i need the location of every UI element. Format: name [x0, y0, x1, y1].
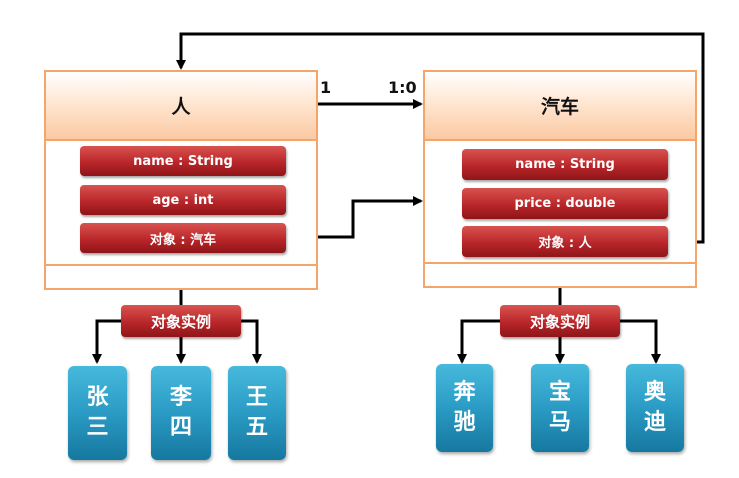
instance-zhangsan: 张三 — [68, 366, 127, 460]
multiplicity-left: 1 — [320, 78, 332, 97]
car-instances-label: 对象实例 — [500, 305, 620, 337]
person-attr-age: age : int — [80, 185, 286, 215]
instance-arrow-benz — [457, 319, 500, 364]
instance-arrow-wangwu — [241, 319, 262, 364]
person-attr-car-ref: 对象 : 汽车 — [80, 223, 286, 253]
instance-arrow-audi — [620, 319, 661, 364]
instance-arrow-zhangsan — [92, 319, 121, 364]
car-class-divider — [425, 262, 695, 264]
multiplicity-right: 1:0 — [388, 78, 417, 97]
instance-lisi: 李四 — [151, 366, 211, 460]
car-attr-price: price : double — [462, 188, 668, 219]
person-class-title: 人 — [46, 72, 316, 141]
person-instances-label: 对象实例 — [121, 305, 241, 337]
instance-wangwu: 王五 — [228, 366, 286, 460]
car-attr-person-ref: 对象 : 人 — [462, 226, 668, 257]
car-attr-name: name : String — [462, 149, 668, 180]
instance-audi: 奥迪 — [626, 364, 684, 452]
person-attr-name: name : String — [80, 146, 286, 176]
person-class-divider — [46, 264, 316, 266]
instance-bmw: 宝马 — [531, 364, 589, 452]
instance-benz: 奔驰 — [436, 364, 493, 452]
car-class-title: 汽车 — [425, 72, 695, 141]
person-class-box: 人 — [44, 70, 318, 290]
